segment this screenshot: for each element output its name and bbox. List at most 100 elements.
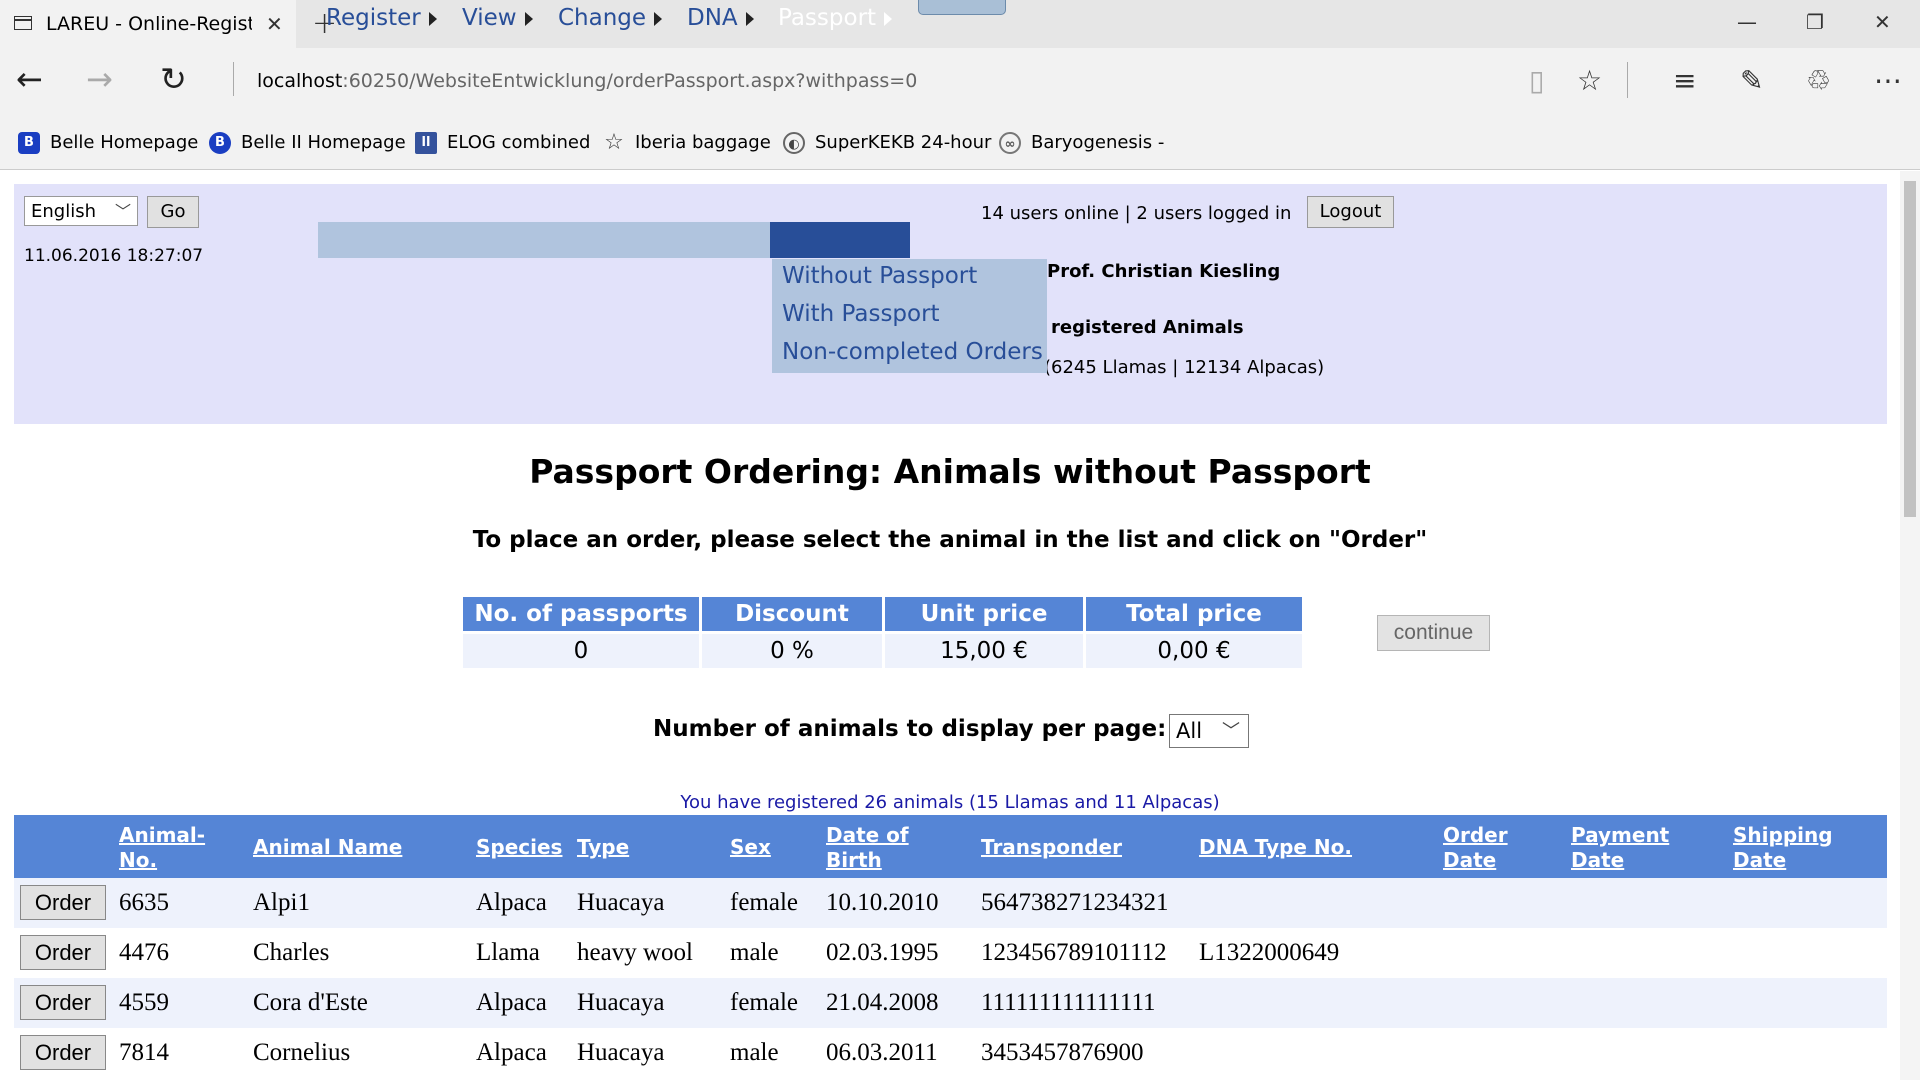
transponder-cell: 123456789101112	[981, 939, 1167, 966]
refresh-icon[interactable]: ↻	[160, 60, 187, 98]
restore-icon[interactable]: ❐	[1806, 10, 1824, 34]
header-line: Date	[1571, 848, 1625, 872]
dob-cell: 21.04.2008	[826, 989, 939, 1016]
discount-value: 0 %	[702, 634, 882, 668]
menu-dna[interactable]: DNA	[687, 5, 754, 31]
sort-animal-name[interactable]: Animal Name	[253, 835, 402, 860]
more-icon[interactable]: ⋯	[1874, 64, 1902, 97]
continue-button[interactable]: continue	[1377, 615, 1490, 651]
menu-label: DNA	[687, 5, 738, 31]
window-grip[interactable]	[918, 0, 1006, 15]
menu-change[interactable]: Change	[558, 5, 663, 31]
price-summary-table: No. of passports Discount Unit price Tot…	[460, 594, 1305, 671]
minimize-icon[interactable]: —	[1737, 10, 1757, 34]
close-tab-icon[interactable]: ✕	[266, 12, 283, 36]
favorite-elog[interactable]: ll ELOG combined	[415, 132, 590, 154]
favorite-belle2-homepage[interactable]: B Belle II Homepage	[209, 132, 406, 154]
logout-button[interactable]: Logout	[1307, 196, 1394, 228]
menu-label: View	[462, 5, 517, 31]
logged-in-user: Prof. Christian Kiesling	[1047, 261, 1281, 282]
species-cell: Alpaca	[476, 989, 547, 1016]
sort-sex[interactable]: Sex	[730, 835, 771, 860]
favorite-label: Belle Homepage	[50, 132, 199, 153]
favorite-superkekb[interactable]: ◐ SuperKEKB 24-hour	[783, 132, 991, 154]
type-cell: Huacaya	[577, 889, 665, 916]
page-icon	[14, 16, 32, 30]
sort-payment-date[interactable]: Payment Date	[1571, 823, 1669, 873]
page-scrollbar[interactable]	[1900, 171, 1920, 1080]
menu-passport[interactable]: Passport	[778, 5, 893, 31]
forward-icon[interactable]: →	[86, 60, 113, 98]
tab-title: LAREU - Online-Registration	[46, 13, 252, 35]
per-page-select[interactable]: All ﹀	[1169, 714, 1249, 748]
language-select[interactable]: English ﹀	[24, 196, 138, 226]
order-instruction: To place an order, please select the ani…	[472, 527, 1428, 553]
order-button[interactable]: Order	[20, 985, 106, 1020]
order-button[interactable]: Order	[20, 1035, 106, 1070]
header-line: Date of	[826, 823, 909, 847]
address-bar[interactable]: localhost:60250/WebsiteEntwicklung/order…	[257, 70, 917, 92]
favorite-belle-homepage[interactable]: B Belle Homepage	[18, 132, 198, 154]
address-divider	[233, 62, 234, 96]
star-outline-icon: ☆	[604, 130, 624, 155]
sort-transponder[interactable]: Transponder	[981, 835, 1122, 860]
price-header-row: No. of passports Discount Unit price Tot…	[463, 597, 1302, 631]
table-row: Order 4476 Charles Llama heavy wool male…	[14, 928, 1887, 978]
favorite-iberia[interactable]: ☆ Iberia baggage	[603, 132, 771, 154]
web-note-icon[interactable]: ✎	[1740, 64, 1763, 97]
belle2-icon: B	[209, 132, 231, 154]
sort-order-date[interactable]: Order Date	[1443, 823, 1508, 873]
table-row: Order 6635 Alpi1 Alpaca Huacaya female 1…	[14, 878, 1887, 928]
submenu-with-passport[interactable]: With Passport	[782, 301, 940, 327]
submenu-arrow-icon	[884, 11, 893, 26]
type-cell: Huacaya	[577, 1039, 665, 1066]
sort-animal-no[interactable]: Animal- No.	[119, 823, 205, 873]
current-datetime: 11.06.2016 18:27:07	[24, 246, 204, 266]
sort-species[interactable]: Species	[476, 835, 562, 860]
type-cell: heavy wool	[577, 939, 693, 966]
animal-name-cell: Cornelius	[253, 1039, 351, 1066]
users-online-status: 14 users online | 2 users logged in	[981, 203, 1292, 224]
back-icon[interactable]: ←	[16, 60, 43, 98]
scrollbar-thumb[interactable]	[1904, 181, 1916, 517]
transponder-cell: 111111111111111	[981, 989, 1156, 1016]
close-window-icon[interactable]: ✕	[1874, 10, 1891, 34]
elog-icon: ll	[415, 132, 437, 154]
reading-view-icon[interactable]: ▯	[1529, 64, 1544, 97]
submenu-non-completed-orders[interactable]: Non-completed Orders	[782, 339, 1043, 365]
favorite-star-icon[interactable]: ☆	[1577, 64, 1602, 97]
animal-name-cell: Alpi1	[253, 889, 310, 916]
header-line: Animal-	[119, 823, 206, 847]
menu-label: Change	[558, 5, 647, 31]
species-cell: Alpaca	[476, 889, 547, 916]
dob-cell: 02.03.1995	[826, 939, 939, 966]
order-button[interactable]: Order	[20, 885, 106, 920]
baryogenesis-icon: ∞	[999, 132, 1021, 154]
total-price-value: 0,00 €	[1086, 634, 1302, 668]
page-title: Passport Ordering: Animals without Passp…	[529, 452, 1371, 491]
submenu-arrow-icon	[654, 11, 663, 26]
header-line: Order	[1443, 823, 1508, 847]
favorite-baryogenesis[interactable]: ∞ Baryogenesis -	[999, 132, 1164, 154]
menu-register[interactable]: Register	[326, 5, 437, 31]
sort-shipping-date[interactable]: Shipping Date	[1733, 823, 1833, 873]
sort-date-of-birth[interactable]: Date of Birth	[826, 823, 909, 873]
share-icon[interactable]: ♲	[1806, 64, 1831, 97]
go-button[interactable]: Go	[147, 196, 199, 228]
hub-icon[interactable]: ≡	[1673, 64, 1696, 97]
no-of-passports-value: 0	[463, 634, 699, 668]
submenu-without-passport[interactable]: Without Passport	[782, 263, 977, 289]
header-line: Date	[1443, 848, 1497, 872]
sort-dna-type-no[interactable]: DNA Type No.	[1199, 835, 1352, 860]
table-row: Order 4559 Cora d'Este Alpaca Huacaya fe…	[14, 978, 1887, 1028]
menu-view[interactable]: View	[462, 5, 533, 31]
order-button[interactable]: Order	[20, 935, 106, 970]
registered-summary: You have registered 26 animals (15 Llama…	[680, 792, 1220, 813]
browser-tab[interactable]: LAREU - Online-Registration ✕	[0, 0, 296, 48]
header-no-of-passports: No. of passports	[463, 597, 699, 631]
sort-type[interactable]: Type	[577, 835, 629, 860]
header-line: No.	[119, 848, 158, 872]
sex-cell: male	[730, 1039, 779, 1066]
species-cell: Alpaca	[476, 1039, 547, 1066]
table-row: Order 7814 Cornelius Alpaca Huacaya male…	[14, 1028, 1887, 1078]
